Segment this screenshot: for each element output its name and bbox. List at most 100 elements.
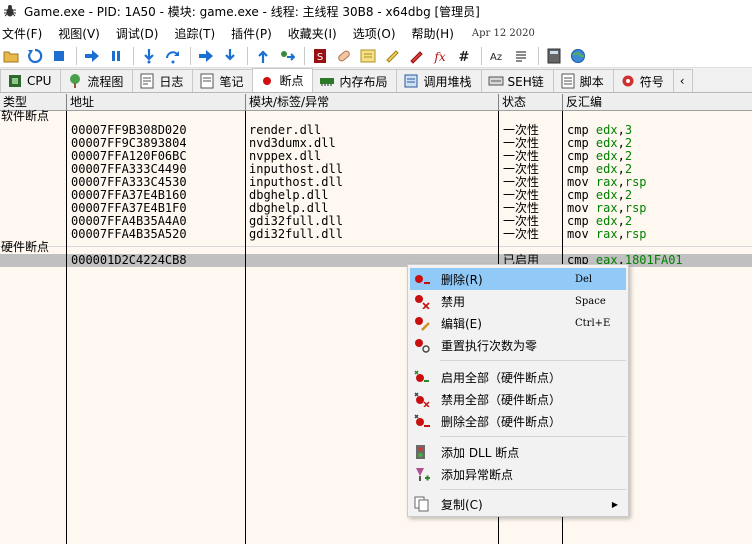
tab-memory-map[interactable]: 内存布局: [312, 69, 398, 92]
step-into-icon[interactable]: [138, 45, 160, 67]
toolbar-separator: [481, 46, 482, 65]
header-disassembly[interactable]: 反汇编: [563, 94, 752, 111]
instruction-operand-2: rsp: [624, 201, 647, 215]
labels-icon[interactable]: [381, 45, 403, 67]
tab-call-stack-label: 调用堆栈: [423, 74, 472, 89]
tab-call-stack[interactable]: 调用堆栈: [396, 69, 482, 92]
header-module[interactable]: 模块/标签/异常: [246, 94, 499, 111]
memory-icon: [319, 73, 335, 89]
trace-over-icon[interactable]: [219, 45, 241, 67]
menu-options[interactable]: 选项(O): [351, 25, 399, 42]
menu-trace[interactable]: 追踪(T): [172, 25, 218, 42]
svg-text:Az: Az: [490, 52, 502, 63]
build-date: Apr 12 2020: [471, 27, 535, 39]
run-icon[interactable]: [81, 45, 103, 67]
bug-icon: [2, 3, 18, 19]
seh-icon: [488, 73, 504, 89]
tab-memory-map-label: 内存布局: [339, 74, 388, 89]
tab-log[interactable]: 日志: [132, 69, 194, 92]
tab-notes[interactable]: 笔记: [192, 69, 254, 92]
instruction-operand-2: 2: [624, 214, 633, 228]
hash-icon[interactable]: #: [453, 45, 475, 67]
menu-item-add-dll-breakpoint[interactable]: 添加 DLL 断点: [410, 441, 626, 463]
bookmarks-icon[interactable]: [405, 45, 427, 67]
dump-icon[interactable]: [510, 45, 532, 67]
tab-breakpoints[interactable]: 断点: [252, 68, 314, 92]
menu-help[interactable]: 帮助(H): [410, 25, 457, 42]
header-address[interactable]: 地址: [67, 94, 246, 111]
menu-favourites[interactable]: 收藏夹(I): [286, 25, 340, 42]
breakpoint-state: 一次性: [503, 227, 540, 241]
instruction-operand-1: rax: [595, 175, 618, 189]
instruction-mnemonic: cmp: [567, 136, 589, 150]
instruction-operand-1: edx: [595, 214, 618, 228]
menu-item-copy[interactable]: 复制(C) ▶: [410, 493, 626, 515]
log-icon: [139, 73, 155, 89]
dll-breakpoint-icon: [414, 444, 430, 460]
menu-item-edit[interactable]: 编辑(E) Ctrl+E: [410, 312, 626, 334]
instruction-operand-1: rax: [595, 227, 618, 241]
menu-item-enable-all[interactable]: 启用全部（硬件断点）: [410, 366, 626, 388]
execute-till-return-icon[interactable]: [252, 45, 274, 67]
menu-item-disable[interactable]: 禁用 Space: [410, 290, 626, 312]
svg-text:#: #: [459, 50, 470, 64]
breakpoint-address: 000001D2C4224CB8: [71, 253, 187, 267]
strings-icon[interactable]: Az: [486, 45, 508, 67]
menu-item-shortcut: Ctrl+E: [575, 317, 611, 329]
comments-icon[interactable]: [357, 45, 379, 67]
menu-item-delete-all[interactable]: 删除全部（硬件断点）: [410, 410, 626, 432]
tab-script[interactable]: 脚本: [552, 69, 614, 92]
step-over-icon[interactable]: [162, 45, 184, 67]
menu-file[interactable]: 文件(F): [0, 25, 45, 42]
disable-breakpoint-icon: [414, 293, 430, 309]
table-row[interactable]: 000001D2C4224CB8 已启用 cmp eax,1801FA01: [0, 254, 752, 267]
menu-item-label: 禁用全部（硬件断点）: [441, 392, 562, 407]
globe-icon[interactable]: [567, 45, 589, 67]
trace-into-icon[interactable]: [195, 45, 217, 67]
pause-icon[interactable]: [105, 45, 127, 67]
functions-icon[interactable]: fx: [429, 45, 451, 67]
menu-item-shortcut: Del: [575, 273, 593, 285]
patches-icon[interactable]: [333, 45, 355, 67]
toolbar-separator: [76, 46, 77, 65]
cpu-icon: [7, 73, 23, 89]
instruction-operand-1: rax: [595, 201, 618, 215]
tab-cpu-label: CPU: [27, 74, 52, 88]
instruction-mnemonic: cmp: [567, 123, 589, 137]
calculator-icon[interactable]: [543, 45, 565, 67]
toolbar-separator: [190, 46, 191, 65]
header-state[interactable]: 状态: [499, 94, 563, 111]
breakpoints-table: 类型 地址 模块/标签/异常 状态 反汇编 软件断点 00007FF9B308D…: [0, 94, 752, 544]
open-icon[interactable]: [0, 45, 22, 67]
disassembly: mov rax,rsp: [567, 227, 647, 241]
menu-debug[interactable]: 调试(D): [114, 25, 162, 42]
run-to-user-code-icon[interactable]: [276, 45, 298, 67]
menu-view[interactable]: 视图(V): [56, 25, 103, 42]
table-row[interactable]: 00007FFA4B35A520 gdi32full.dll 一次性 mov rax,…: [0, 228, 752, 241]
exception-breakpoint-icon: [414, 466, 430, 482]
menu-separator: [440, 436, 626, 437]
menu-separator: [440, 360, 626, 361]
menu-plugins[interactable]: 插件(P): [229, 25, 275, 42]
tab-cpu[interactable]: CPU: [0, 69, 62, 92]
script-icon[interactable]: S: [309, 45, 331, 67]
tab-symbols[interactable]: 符号: [612, 69, 674, 92]
menu-separator: [440, 489, 626, 490]
instruction-operand-2: 2: [624, 136, 633, 150]
notes-icon: [199, 73, 215, 89]
instruction-operand-2: 2: [624, 162, 633, 176]
window-title: Game.exe - PID: 1A50 - 模块: game.exe - 线程…: [24, 4, 480, 19]
tab-seh[interactable]: SEH链: [480, 69, 554, 92]
tab-graph[interactable]: 流程图: [60, 69, 134, 92]
menu-item-delete[interactable]: 删除(R) Del: [410, 268, 626, 290]
menu-bar: 文件(F) 视图(V) 调试(D) 追踪(T) 插件(P) 收藏夹(I) 选项(…: [0, 22, 752, 44]
menu-item-add-exception-breakpoint[interactable]: 添加异常断点: [410, 463, 626, 485]
menu-item-label: 禁用: [441, 294, 466, 309]
menu-item-disable-all[interactable]: 禁用全部（硬件断点）: [410, 388, 626, 410]
stop-icon[interactable]: [48, 45, 70, 67]
menu-item-reset-hitcount[interactable]: 重置执行次数为零: [410, 334, 626, 356]
restart-icon[interactable]: [24, 45, 46, 67]
menu-item-label: 编辑(E): [441, 316, 482, 331]
tab-overflow[interactable]: ‹: [672, 69, 693, 92]
instruction-operand-2: 2: [624, 149, 633, 163]
